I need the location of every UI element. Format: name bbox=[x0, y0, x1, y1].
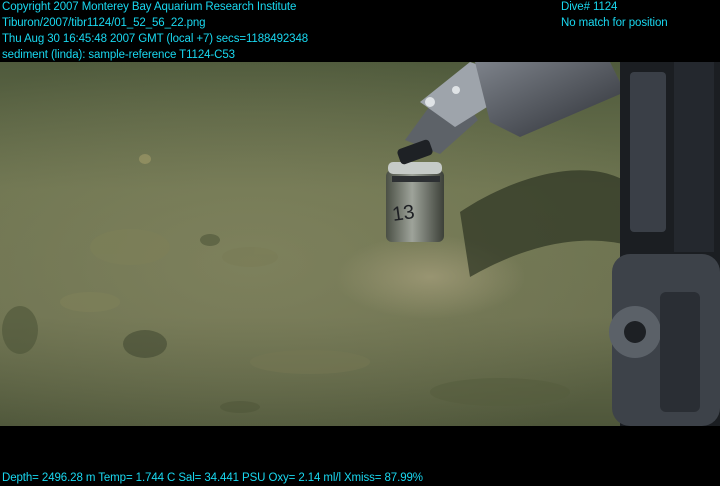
telemetry-bar: Depth= 2496.28 m Temp= 1.744 C Sal= 34.4… bbox=[2, 470, 423, 486]
image-file-path: Tiburon/2007/tibr1124/01_52_56_22.png bbox=[2, 17, 206, 29]
header-overlay-left: Copyright 2007 Monterey Bay Aquarium Res… bbox=[2, 0, 308, 63]
copyright-text: Copyright 2007 Monterey Bay Aquarium Res… bbox=[2, 1, 297, 13]
rov-frame bbox=[609, 62, 720, 426]
seafloor-scene: 13 bbox=[0, 62, 720, 426]
dive-number: Dive# 1124 bbox=[561, 1, 618, 13]
position-status: No match for position bbox=[561, 17, 668, 29]
annotation-text: sediment (linda): sample-reference T1124… bbox=[2, 49, 235, 61]
video-frame: 13 Copyright 2007 Monterey Bay Aquarium … bbox=[0, 0, 720, 486]
push-core: 13 bbox=[386, 162, 444, 242]
telemetry-readout: Depth= 2496.28 m Temp= 1.744 C Sal= 34.4… bbox=[2, 472, 423, 484]
header-overlay-right: Dive# 1124 No match for position bbox=[561, 0, 668, 31]
capture-timestamp: Thu Aug 30 16:45:48 2007 GMT (local +7) … bbox=[2, 33, 309, 45]
core-label: 13 bbox=[391, 201, 416, 226]
